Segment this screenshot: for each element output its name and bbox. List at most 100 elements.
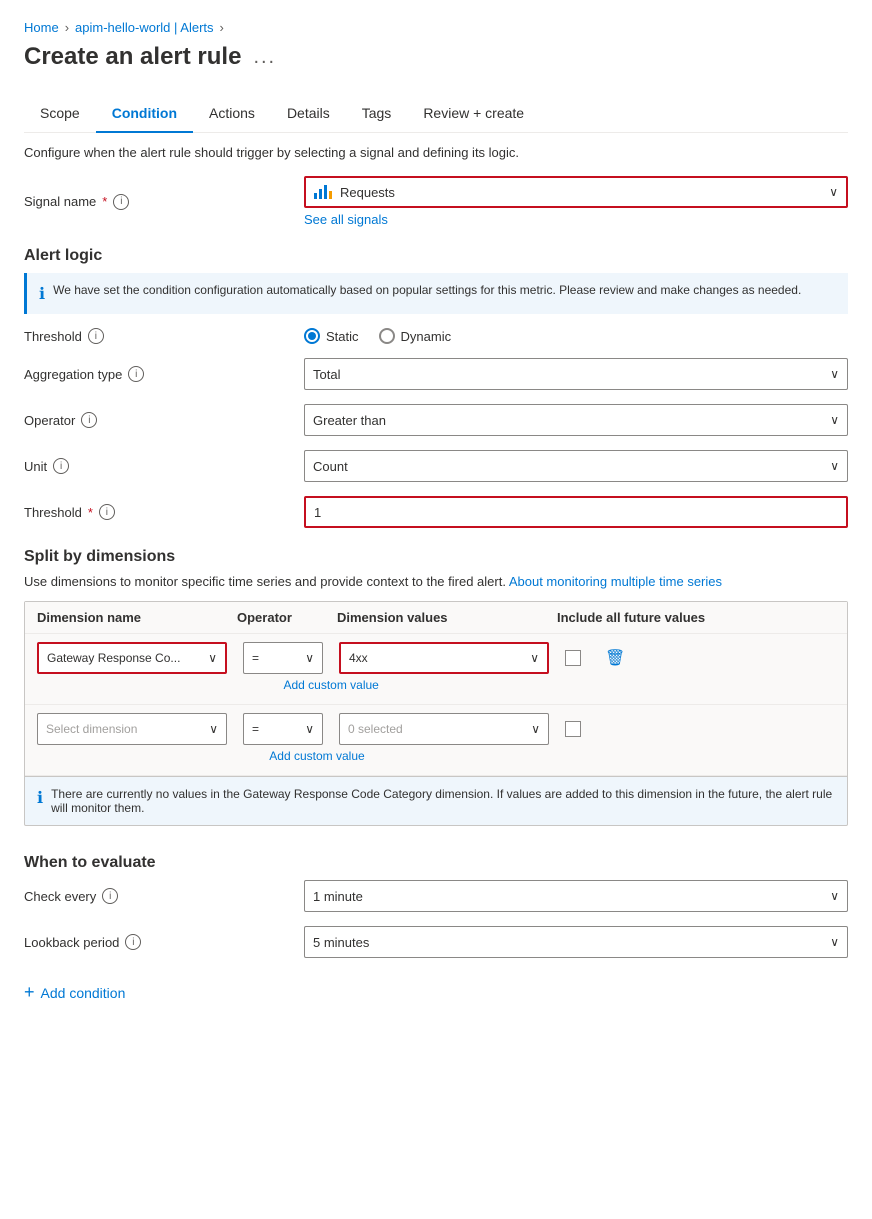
check-every-select[interactable]: 1 minute ∨ xyxy=(304,880,848,912)
aggregation-chevron: ∨ xyxy=(830,367,839,381)
dimensions-table: Dimension name Operator Dimension values… xyxy=(24,601,848,826)
check-every-chevron: ∨ xyxy=(830,889,839,903)
dimension-row-1: Gateway Response Co... ∨ = ∨ 4xx ∨ 🗑 Add… xyxy=(25,634,847,705)
tab-scope[interactable]: Scope xyxy=(24,95,96,133)
unit-value: Count xyxy=(313,459,348,474)
lookback-value: 5 minutes xyxy=(313,935,369,950)
threshold-info-icon[interactable]: i xyxy=(88,328,104,344)
dimension-row-2: Select dimension ∨ = ∨ 0 selected ∨ Add … xyxy=(25,705,847,776)
alert-logic-info-text: We have set the condition configuration … xyxy=(53,283,801,297)
lookback-control: 5 minutes ∨ xyxy=(304,926,848,958)
signal-name-select[interactable]: Requests ∨ xyxy=(304,176,848,208)
info-box-icon: ℹ xyxy=(39,284,45,304)
dim2-op-chevron: ∨ xyxy=(305,722,314,736)
dynamic-label: Dynamic xyxy=(401,329,452,344)
check-every-value: 1 minute xyxy=(313,889,363,904)
alert-logic-info-box: ℹ We have set the condition configuratio… xyxy=(24,273,848,314)
more-options-icon[interactable]: ... xyxy=(253,46,276,69)
check-every-info-icon[interactable]: i xyxy=(102,888,118,904)
dim1-add-custom-link[interactable]: Add custom value xyxy=(37,674,625,696)
dim2-op-value: = xyxy=(252,722,259,736)
check-every-control: 1 minute ∨ xyxy=(304,880,848,912)
aggregation-select[interactable]: Total ∨ xyxy=(304,358,848,390)
dim1-delete-icon[interactable]: 🗑 xyxy=(605,648,625,668)
unit-select[interactable]: Count ∨ xyxy=(304,450,848,482)
add-condition-button[interactable]: + Add condition xyxy=(24,982,125,1003)
dim2-add-custom-link[interactable]: Add custom value xyxy=(37,745,597,767)
tab-details[interactable]: Details xyxy=(271,95,346,133)
dim1-op-select[interactable]: = ∨ xyxy=(243,642,323,674)
signal-name-row: Signal name * i Requests ∨ See all signa… xyxy=(24,176,848,227)
signal-name-chevron: ∨ xyxy=(829,185,838,199)
lookback-row: Lookback period i 5 minutes ∨ xyxy=(24,926,848,958)
unit-info-icon[interactable]: i xyxy=(53,458,69,474)
about-monitoring-link[interactable]: About monitoring multiple time series xyxy=(509,574,722,589)
static-label: Static xyxy=(326,329,359,344)
threshold-dynamic-option[interactable]: Dynamic xyxy=(379,328,452,344)
tabs-row: Scope Condition Actions Details Tags Rev… xyxy=(24,95,848,133)
col-vals-header: Dimension values xyxy=(337,610,557,625)
aggregation-value: Total xyxy=(313,367,340,382)
dim1-vals-value: 4xx xyxy=(349,651,368,665)
threshold-static-option[interactable]: Static xyxy=(304,328,359,344)
dim1-vals-chevron: ∨ xyxy=(530,651,539,665)
threshold-row: Threshold i Static Dynamic xyxy=(24,328,848,344)
breadcrumb: Home › apim-hello-world | Alerts › xyxy=(24,20,848,35)
operator-info-icon[interactable]: i xyxy=(81,412,97,428)
unit-row: Unit i Count ∨ xyxy=(24,450,848,482)
dim1-name-value: Gateway Response Co... xyxy=(47,651,180,665)
dim2-name-chevron: ∨ xyxy=(209,722,218,736)
dim2-op-select[interactable]: = ∨ xyxy=(243,713,323,745)
threshold-value-row: Threshold * i xyxy=(24,496,848,528)
tab-actions[interactable]: Actions xyxy=(193,95,271,133)
dynamic-radio-circle xyxy=(379,328,395,344)
split-dimensions-section: Split by dimensions Use dimensions to mo… xyxy=(24,548,848,826)
static-radio-circle xyxy=(304,328,320,344)
operator-value: Greater than xyxy=(313,413,386,428)
operator-row: Operator i Greater than ∨ xyxy=(24,404,848,436)
aggregation-info-icon[interactable]: i xyxy=(128,366,144,382)
dim1-op-chevron: ∨ xyxy=(305,651,314,665)
threshold-value-label: Threshold * i xyxy=(24,504,304,520)
lookback-chevron: ∨ xyxy=(830,935,839,949)
lookback-select[interactable]: 5 minutes ∨ xyxy=(304,926,848,958)
tab-tags[interactable]: Tags xyxy=(346,95,408,133)
dim2-name-select[interactable]: Select dimension ∨ xyxy=(37,713,227,745)
threshold-value-control xyxy=(304,496,848,528)
col-future-header: Include all future values xyxy=(557,610,835,625)
see-all-signals-link[interactable]: See all signals xyxy=(304,212,848,227)
breadcrumb-sep1: › xyxy=(65,20,69,35)
lookback-info-icon[interactable]: i xyxy=(125,934,141,950)
dim2-future-checkbox[interactable] xyxy=(565,721,581,737)
dim2-vals-select[interactable]: 0 selected ∨ xyxy=(339,713,549,745)
dim-info-icon: ℹ xyxy=(37,788,43,808)
check-every-label: Check every i xyxy=(24,888,304,904)
operator-select[interactable]: Greater than ∨ xyxy=(304,404,848,436)
split-dimensions-title: Split by dimensions xyxy=(24,548,848,566)
dim1-future-checkbox[interactable] xyxy=(565,650,581,666)
threshold-value-info-icon[interactable]: i xyxy=(99,504,115,520)
threshold-required-star: * xyxy=(88,505,93,520)
check-every-row: Check every i 1 minute ∨ xyxy=(24,880,848,912)
signal-name-control: Requests ∨ See all signals xyxy=(304,176,848,227)
aggregation-label: Aggregation type i xyxy=(24,366,304,382)
dim2-name-placeholder: Select dimension xyxy=(46,722,137,736)
breadcrumb-home[interactable]: Home xyxy=(24,20,59,35)
threshold-control: Static Dynamic xyxy=(304,328,848,344)
operator-control: Greater than ∨ xyxy=(304,404,848,436)
threshold-label: Threshold i xyxy=(24,328,304,344)
required-star: * xyxy=(102,194,107,209)
unit-control: Count ∨ xyxy=(304,450,848,482)
signal-name-value: Requests xyxy=(340,185,395,200)
dimensions-info-box: ℹ There are currently no values in the G… xyxy=(25,776,847,825)
col-name-header: Dimension name xyxy=(37,610,237,625)
lookback-label: Lookback period i xyxy=(24,934,304,950)
dim1-vals-select[interactable]: 4xx ∨ xyxy=(339,642,549,674)
threshold-value-input[interactable] xyxy=(304,496,848,528)
tab-review[interactable]: Review + create xyxy=(407,95,540,133)
breadcrumb-resource[interactable]: apim-hello-world | Alerts xyxy=(75,20,213,35)
tab-condition[interactable]: Condition xyxy=(96,95,193,133)
signal-name-info-icon[interactable]: i xyxy=(113,194,129,210)
col-op-header: Operator xyxy=(237,610,337,625)
dim1-name-select[interactable]: Gateway Response Co... ∨ xyxy=(37,642,227,674)
